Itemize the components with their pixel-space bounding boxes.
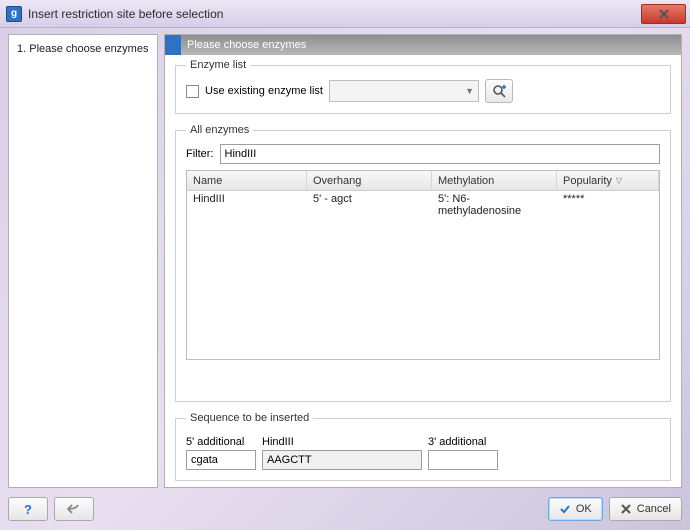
cell-popularity: ***** bbox=[557, 191, 659, 209]
content-panel: Please choose enzymes Enzyme list Use ex… bbox=[164, 34, 682, 488]
three-additional-label: 3' additional bbox=[428, 436, 498, 448]
sort-desc-icon: ▽ bbox=[616, 176, 622, 185]
steps-panel: 1. Please choose enzymes bbox=[8, 34, 158, 488]
step-1[interactable]: 1. Please choose enzymes bbox=[17, 41, 149, 57]
ok-label: OK bbox=[576, 503, 592, 515]
app-icon: g bbox=[6, 6, 22, 22]
cell-overhang: 5' - agct bbox=[307, 191, 432, 209]
cancel-label: Cancel bbox=[637, 503, 671, 515]
cell-methylation: 5': N6-methyladenosine bbox=[432, 191, 557, 209]
enzymes-table: Name Overhang Methylation Popularity▽ Hi… bbox=[186, 170, 660, 360]
window-title: Insert restriction site before selection bbox=[28, 7, 223, 21]
back-button[interactable] bbox=[54, 497, 94, 521]
magnifier-icon bbox=[492, 84, 506, 98]
sequence-legend: Sequence to be inserted bbox=[186, 412, 313, 424]
col-overhang[interactable]: Overhang bbox=[307, 171, 432, 190]
titlebar: g Insert restriction site before selecti… bbox=[0, 0, 690, 28]
sequence-group: Sequence to be inserted 5' additional Hi… bbox=[175, 412, 671, 481]
filter-label: Filter: bbox=[186, 148, 214, 160]
header-accent bbox=[165, 35, 181, 55]
browse-enzyme-list-button[interactable] bbox=[485, 79, 513, 103]
enzyme-seq-field bbox=[262, 450, 422, 470]
table-row[interactable]: HindIII 5' - agct 5': N6-methyladenosine… bbox=[187, 191, 659, 209]
three-additional-input[interactable] bbox=[428, 450, 498, 470]
content-header: Please choose enzymes bbox=[165, 35, 681, 55]
cell-name: HindIII bbox=[187, 191, 307, 209]
enzyme-list-legend: Enzyme list bbox=[186, 59, 250, 71]
five-additional-input[interactable] bbox=[186, 450, 256, 470]
col-name[interactable]: Name bbox=[187, 171, 307, 190]
content-header-title: Please choose enzymes bbox=[185, 39, 306, 51]
close-button[interactable] bbox=[641, 4, 686, 24]
cancel-icon bbox=[620, 503, 632, 515]
col-methylation[interactable]: Methylation bbox=[432, 171, 557, 190]
close-icon bbox=[658, 8, 670, 20]
help-button[interactable]: ? bbox=[8, 497, 48, 521]
use-existing-checkbox[interactable] bbox=[186, 85, 199, 98]
all-enzymes-legend: All enzymes bbox=[186, 124, 253, 136]
five-additional-label: 5' additional bbox=[186, 436, 256, 448]
enzyme-list-group: Enzyme list Use existing enzyme list ▼ bbox=[175, 59, 671, 114]
enzyme-list-combo[interactable]: ▼ bbox=[329, 80, 479, 102]
question-icon: ? bbox=[24, 502, 32, 517]
filter-input[interactable] bbox=[220, 144, 661, 164]
all-enzymes-group: All enzymes Filter: Name Overhang Methyl… bbox=[175, 124, 671, 402]
undo-arrow-icon bbox=[66, 503, 82, 515]
cancel-button[interactable]: Cancel bbox=[609, 497, 682, 521]
ok-button[interactable]: OK bbox=[548, 497, 603, 521]
check-icon bbox=[559, 503, 571, 515]
enzyme-seq-label: HindIII bbox=[262, 436, 422, 448]
col-popularity[interactable]: Popularity▽ bbox=[557, 171, 659, 190]
button-bar: ? OK Cancel bbox=[8, 488, 682, 522]
use-existing-label: Use existing enzyme list bbox=[205, 85, 323, 97]
chevron-down-icon: ▼ bbox=[465, 86, 474, 96]
